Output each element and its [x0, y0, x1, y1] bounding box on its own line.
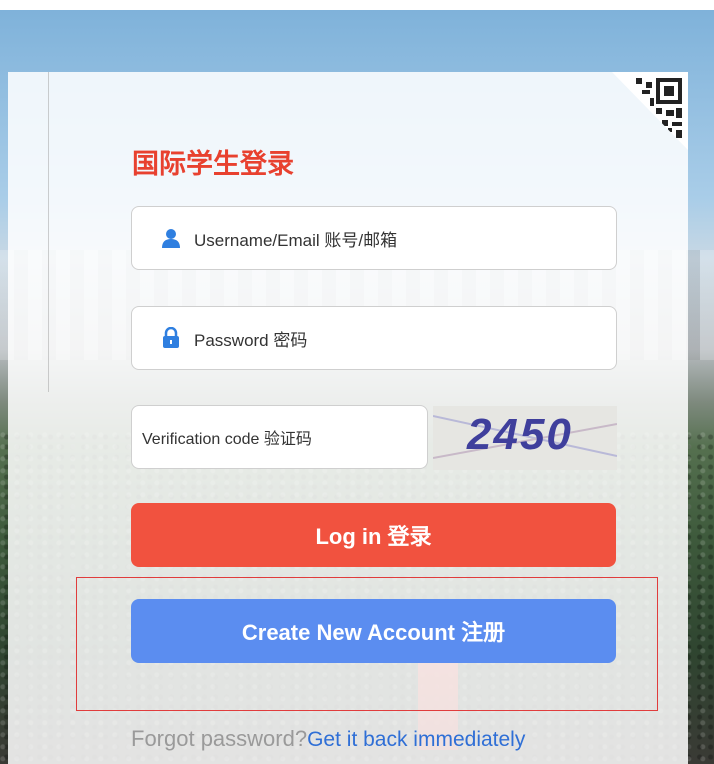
captcha-image[interactable]: 2450 [433, 406, 617, 470]
verification-placeholder: Verification code 验证码 [142, 431, 312, 448]
username-field[interactable]: Username/Email 账号/邮箱 [131, 206, 617, 270]
verification-code-field[interactable]: Verification code 验证码 [131, 405, 428, 469]
page-title: 国际学生登录 [132, 149, 294, 179]
panel-divider [48, 72, 49, 392]
user-icon [160, 227, 182, 249]
forgot-password-row: Forgot password?Get it back immediately [131, 726, 525, 752]
recover-password-link[interactable]: Get it back immediately [307, 728, 525, 751]
password-placeholder: Password 密码 [194, 330, 308, 350]
password-field[interactable]: Password 密码 [131, 306, 617, 370]
lock-icon [160, 327, 182, 349]
captcha-text: 2450 [467, 410, 573, 459]
login-button[interactable]: Log in 登录 [131, 503, 616, 567]
forgot-password-text: Forgot password? [131, 726, 308, 751]
username-placeholder: Username/Email 账号/邮箱 [194, 230, 398, 250]
create-account-button[interactable]: Create New Account 注册 [131, 599, 616, 663]
